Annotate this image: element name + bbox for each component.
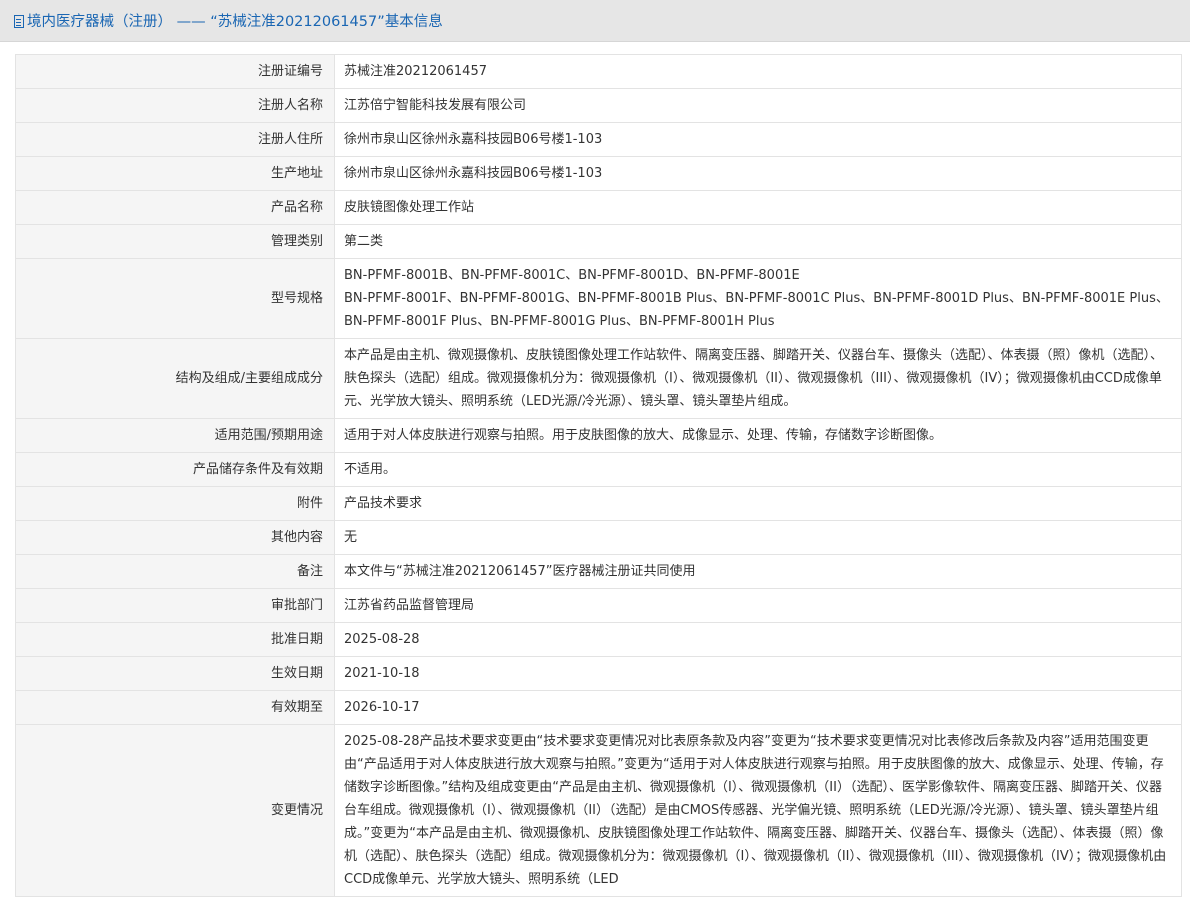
field-label: 注册人名称 bbox=[15, 88, 335, 123]
field-label: 有效期至 bbox=[15, 690, 335, 725]
table-row: 生效日期 2021-10-18 bbox=[15, 656, 1182, 691]
table-row: 附件 产品技术要求 bbox=[15, 486, 1182, 521]
info-table: 注册证编号 苏械注准20212061457 注册人名称 江苏倍宁智能科技发展有限… bbox=[15, 54, 1182, 897]
field-label: 注册证编号 bbox=[15, 54, 335, 89]
field-label: 备注 bbox=[15, 554, 335, 589]
table-row: 注册人名称 江苏倍宁智能科技发展有限公司 bbox=[15, 88, 1182, 123]
field-value: 本文件与“苏械注准20212061457”医疗器械注册证共同使用 bbox=[334, 554, 1182, 589]
field-value: 2021-10-18 bbox=[334, 656, 1182, 691]
table-row: 其他内容 无 bbox=[15, 520, 1182, 555]
table-row: 注册证编号 苏械注准20212061457 bbox=[15, 54, 1182, 89]
table-row: 变更情况 2025-08-28产品技术要求变更由“技术要求变更情况对比表原条款及… bbox=[15, 724, 1182, 897]
page-header: 境内医疗器械（注册） —— “苏械注准20212061457”基本信息 bbox=[0, 0, 1190, 42]
field-label: 变更情况 bbox=[15, 724, 335, 897]
table-row: 结构及组成/主要组成成分 本产品是由主机、微观摄像机、皮肤镜图像处理工作站软件、… bbox=[15, 338, 1182, 419]
field-value: 苏械注准20212061457 bbox=[334, 54, 1182, 89]
table-row: 管理类别 第二类 bbox=[15, 224, 1182, 259]
field-label: 审批部门 bbox=[15, 588, 335, 623]
field-label: 附件 bbox=[15, 486, 335, 521]
field-value: 适用于对人体皮肤进行观察与拍照。用于皮肤图像的放大、成像显示、处理、传输，存储数… bbox=[334, 418, 1182, 453]
table-row: 适用范围/预期用途 适用于对人体皮肤进行观察与拍照。用于皮肤图像的放大、成像显示… bbox=[15, 418, 1182, 453]
table-row: 批准日期 2025-08-28 bbox=[15, 622, 1182, 657]
field-value: 江苏倍宁智能科技发展有限公司 bbox=[334, 88, 1182, 123]
field-label: 产品储存条件及有效期 bbox=[15, 452, 335, 487]
table-row: 备注 本文件与“苏械注准20212061457”医疗器械注册证共同使用 bbox=[15, 554, 1182, 589]
field-label: 生效日期 bbox=[15, 656, 335, 691]
field-value: 皮肤镜图像处理工作站 bbox=[334, 190, 1182, 225]
field-value: 产品技术要求 bbox=[334, 486, 1182, 521]
field-label: 其他内容 bbox=[15, 520, 335, 555]
table-row: 产品储存条件及有效期 不适用。 bbox=[15, 452, 1182, 487]
field-label: 产品名称 bbox=[15, 190, 335, 225]
field-value: 本产品是由主机、微观摄像机、皮肤镜图像处理工作站软件、隔离变压器、脚踏开关、仪器… bbox=[334, 338, 1182, 419]
table-row: 有效期至 2026-10-17 bbox=[15, 690, 1182, 725]
field-value: 2026-10-17 bbox=[334, 690, 1182, 725]
field-value: BN-PFMF-8001B、BN-PFMF-8001C、BN-PFMF-8001… bbox=[334, 258, 1182, 339]
field-value: 不适用。 bbox=[334, 452, 1182, 487]
field-value: 第二类 bbox=[334, 224, 1182, 259]
table-row: 型号规格 BN-PFMF-8001B、BN-PFMF-8001C、BN-PFMF… bbox=[15, 258, 1182, 339]
table-row: 注册人住所 徐州市泉山区徐州永嘉科技园B06号楼1-103 bbox=[15, 122, 1182, 157]
field-label: 型号规格 bbox=[15, 258, 335, 339]
field-label: 管理类别 bbox=[15, 224, 335, 259]
page-title: 境内医疗器械（注册） —— “苏械注准20212061457”基本信息 bbox=[27, 14, 443, 30]
field-value: 徐州市泉山区徐州永嘉科技园B06号楼1-103 bbox=[334, 122, 1182, 157]
document-icon bbox=[14, 14, 24, 28]
field-label: 适用范围/预期用途 bbox=[15, 418, 335, 453]
table-row: 审批部门 江苏省药品监督管理局 bbox=[15, 588, 1182, 623]
table-row: 生产地址 徐州市泉山区徐州永嘉科技园B06号楼1-103 bbox=[15, 156, 1182, 191]
field-label: 注册人住所 bbox=[15, 122, 335, 157]
field-label: 批准日期 bbox=[15, 622, 335, 657]
field-label: 结构及组成/主要组成成分 bbox=[15, 338, 335, 419]
field-value: 无 bbox=[334, 520, 1182, 555]
field-label: 生产地址 bbox=[15, 156, 335, 191]
field-value: 2025-08-28产品技术要求变更由“技术要求变更情况对比表原条款及内容”变更… bbox=[334, 724, 1182, 897]
field-value: 江苏省药品监督管理局 bbox=[334, 588, 1182, 623]
field-value: 徐州市泉山区徐州永嘉科技园B06号楼1-103 bbox=[334, 156, 1182, 191]
model-list-line: BN-PFMF-8001F、BN-PFMF-8001G、BN-PFMF-8001… bbox=[344, 291, 1169, 329]
table-row: 产品名称 皮肤镜图像处理工作站 bbox=[15, 190, 1182, 225]
model-list-line: BN-PFMF-8001B、BN-PFMF-8001C、BN-PFMF-8001… bbox=[344, 268, 800, 283]
field-value: 2025-08-28 bbox=[334, 622, 1182, 657]
